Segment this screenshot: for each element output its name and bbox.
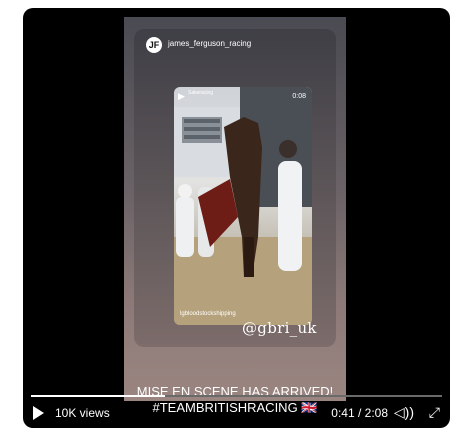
clip-tag: Sakeracing: [188, 90, 214, 96]
volume-icon[interactable]: ◁)): [394, 404, 414, 421]
instagram-story: JF james_ferguson_racing ▶ Sakeracing 0:…: [124, 17, 346, 415]
player-controls: 10K views 0:41 / 2:08 ◁)) ⤢: [23, 404, 450, 424]
avatar-initials: JF: [148, 39, 160, 50]
expand-icon[interactable]: ⤢: [429, 404, 440, 421]
progress-bar[interactable]: [31, 395, 442, 397]
clip-time: 0:08: [292, 93, 306, 100]
view-count: 10K views: [55, 406, 110, 420]
clip-play-icon: ▶: [178, 91, 185, 101]
clip-credit: lgbloodstockshipping: [180, 311, 236, 317]
embedded-video-clip: ▶ Sakeracing 0:08 lgbloodstockshipping: [174, 87, 312, 325]
profile-avatar: JF: [146, 37, 162, 53]
playback-time: 0:41 / 2:08: [331, 406, 388, 420]
mention-tag: @gbri_uk: [242, 319, 317, 337]
story-username: james_ferguson_racing: [168, 39, 252, 48]
play-icon[interactable]: [33, 406, 44, 420]
horse-scene-illustration: [174, 87, 312, 325]
video-player[interactable]: JF james_ferguson_racing ▶ Sakeracing 0:…: [23, 8, 450, 428]
progress-fill: [31, 395, 165, 397]
story-card: JF james_ferguson_racing ▶ Sakeracing 0:…: [134, 29, 336, 347]
